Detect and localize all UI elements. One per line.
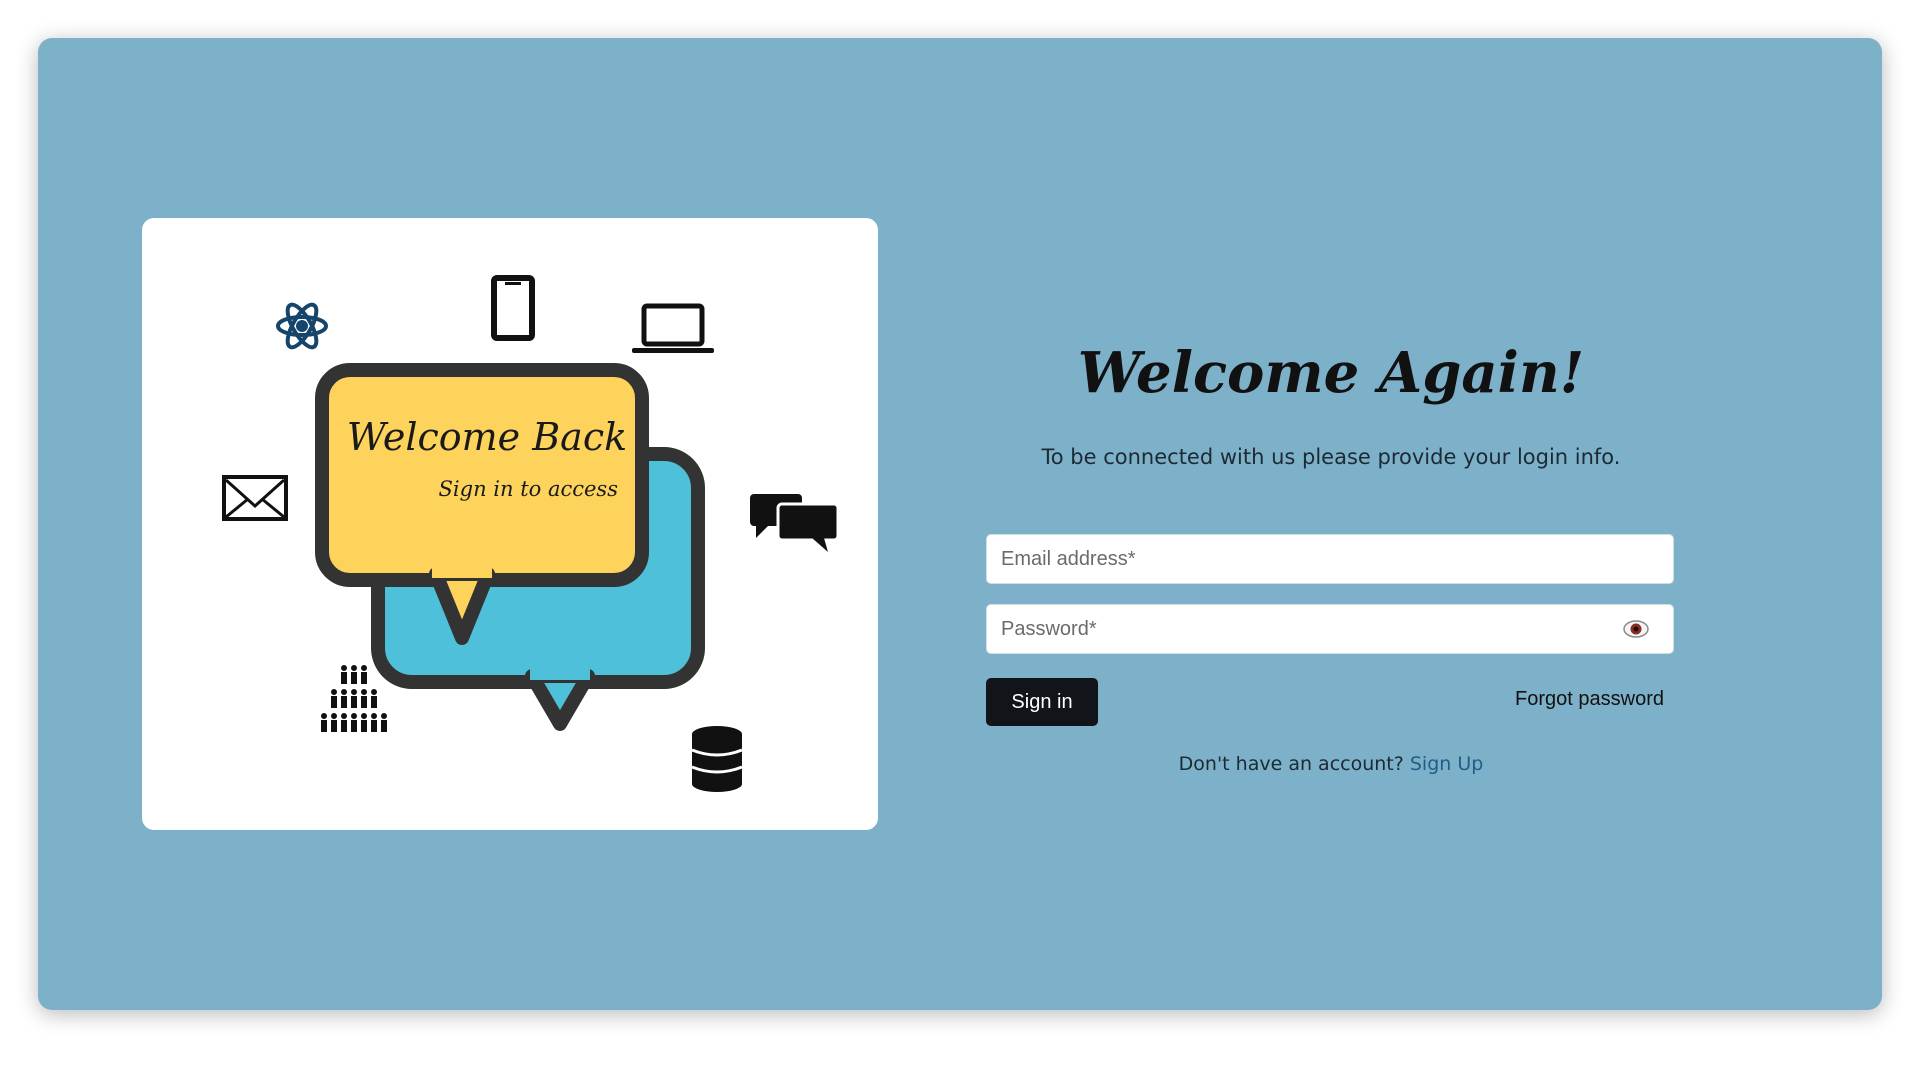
signup-prompt-row: Don't have an account? Sign Up <box>986 753 1676 775</box>
bubble-title: Welcome Back <box>347 415 627 459</box>
forgot-password-link[interactable]: Forgot password <box>1515 688 1664 711</box>
login-panel: Welcome Back Sign in to access Welcome A… <box>38 38 1882 1010</box>
bubble-subtitle: Sign in to access <box>439 477 619 501</box>
people-group-icon <box>321 665 387 732</box>
password-input[interactable] <box>986 604 1674 654</box>
database-icon <box>691 726 743 792</box>
envelope-icon <box>222 475 288 521</box>
welcome-illustration: Welcome Back Sign in to access <box>222 275 840 792</box>
chat-bubbles-icon <box>750 494 840 552</box>
page-title: Welcome Again! <box>1077 340 1585 406</box>
laptop-icon <box>632 303 714 353</box>
login-instructions: To be connected with us please provide y… <box>1041 445 1621 469</box>
sign-up-link[interactable]: Sign Up <box>1410 753 1483 775</box>
atom-icon <box>276 302 328 350</box>
signup-prompt: Don't have an account? <box>1178 753 1404 775</box>
smartphone-icon <box>491 275 535 341</box>
email-input[interactable] <box>986 534 1674 584</box>
illustration-card: Welcome Back Sign in to access <box>142 218 878 830</box>
sign-in-button[interactable]: Sign in <box>986 678 1098 726</box>
eye-icon[interactable] <box>1622 617 1650 641</box>
